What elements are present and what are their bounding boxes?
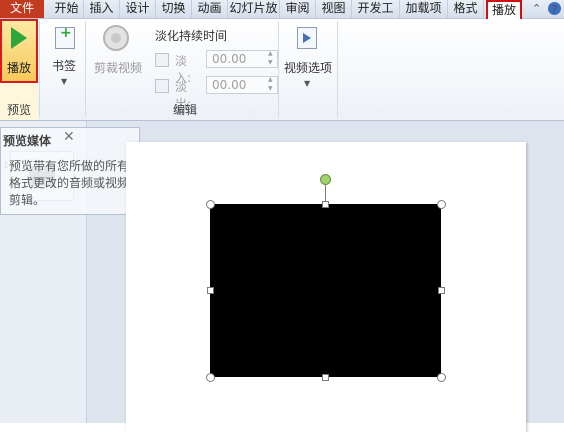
tab-view[interactable]: 视图 <box>316 0 352 18</box>
help-icon[interactable]: ? <box>548 2 561 16</box>
ribbon-tab-bar: 文件 开始 插入 设计 切换 动画 幻灯片放 审阅 视图 开发工 加载项 格式 … <box>0 0 564 19</box>
tab-transitions[interactable]: 切换 <box>156 0 192 18</box>
close-icon[interactable]: ✕ <box>63 129 75 145</box>
fade-duration-title: 淡化持续时间 <box>155 29 228 43</box>
resize-handle-bottom-left[interactable] <box>206 373 215 382</box>
play-icon <box>11 27 27 49</box>
group-divider <box>39 21 40 117</box>
tab-file[interactable]: 文件 <box>0 0 44 18</box>
tooltip-title: 预览媒体 <box>3 134 52 148</box>
bookmark-label: 书签 <box>51 59 76 73</box>
play-label: 播放 <box>6 61 31 75</box>
resize-handle-top-left[interactable] <box>206 200 215 209</box>
preview-group-label: 预览 <box>6 103 31 117</box>
group-divider <box>85 21 86 117</box>
chevron-down-icon: ▼ <box>61 77 68 86</box>
resize-handle-bottom[interactable] <box>322 374 329 381</box>
tooltip-body: 预览带有您所做的所有格式更改的音频或视频剪辑。 <box>9 159 130 207</box>
tab-format[interactable]: 格式 <box>448 0 484 18</box>
group-divider <box>278 21 279 117</box>
video-object[interactable] <box>210 204 441 377</box>
fade-out-icon <box>155 79 169 93</box>
play-button[interactable]: 播放 <box>0 19 38 83</box>
resize-handle-top-right[interactable] <box>437 200 446 209</box>
chevron-down-icon: ▼ <box>304 79 311 88</box>
video-options-icon <box>297 27 317 49</box>
tab-home[interactable]: 开始 <box>50 0 84 18</box>
rotation-handle[interactable] <box>320 174 331 185</box>
group-divider <box>337 21 338 117</box>
tab-addins[interactable]: 加载项 <box>400 0 448 18</box>
trim-video-label: 剪裁视频 <box>93 61 142 75</box>
rotation-stem <box>325 184 326 202</box>
bookmark-icon <box>55 25 75 49</box>
tab-playback[interactable]: 播放 <box>486 0 522 19</box>
resize-handle-left[interactable] <box>207 287 214 294</box>
spinner-up-icon[interactable]: ▲ <box>268 77 273 83</box>
spinner-down-icon[interactable]: ▼ <box>268 86 273 92</box>
ribbon-panel: 播放 预览 书签 ▼ 剪裁视频 淡化持续时间 淡入: 00.00 ▲ ▼ 淡出:… <box>0 19 564 121</box>
tab-animations[interactable]: 动画 <box>192 0 228 18</box>
resize-handle-top[interactable] <box>322 201 329 208</box>
minimize-ribbon-icon[interactable]: ⌃ <box>532 1 541 17</box>
tab-developer[interactable]: 开发工 <box>352 0 400 18</box>
video-options-label: 视频选项 <box>283 61 332 75</box>
spinner-down-icon[interactable]: ▼ <box>268 60 273 66</box>
fade-in-icon <box>155 53 169 67</box>
film-reel-icon <box>103 25 129 51</box>
preview-media-tooltip: 预览媒体 ✕ 预览带有您所做的所有格式更改的音频或视频剪辑。 <box>0 127 140 215</box>
edit-group-label: 编辑 <box>172 103 197 117</box>
tab-insert[interactable]: 插入 <box>84 0 120 18</box>
tab-slideshow[interactable]: 幻灯片放 <box>228 0 280 18</box>
tab-review[interactable]: 审阅 <box>280 0 316 18</box>
spinner-up-icon[interactable]: ▲ <box>268 51 273 57</box>
resize-handle-right[interactable] <box>438 287 445 294</box>
resize-handle-bottom-right[interactable] <box>437 373 446 382</box>
tab-design[interactable]: 设计 <box>120 0 156 18</box>
